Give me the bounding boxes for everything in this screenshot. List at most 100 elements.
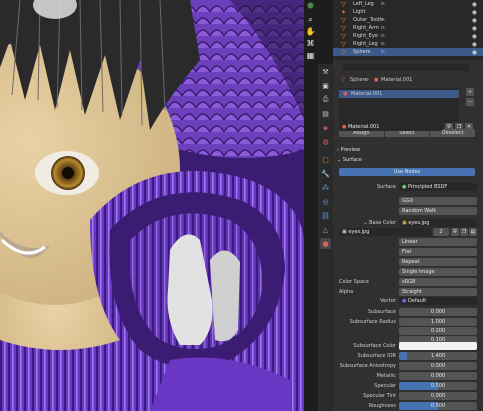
viewport-navigation: ⌕ ✋ ⌘ ▦ [303, 0, 318, 60]
roughness-label: Roughness [368, 403, 396, 409]
alpha-dropdown[interactable]: Straight [399, 288, 477, 296]
unlink-icon[interactable]: ✕ [465, 123, 473, 131]
visibility-eye-icon[interactable]: ◉ [472, 25, 477, 32]
base-color-texture-field[interactable]: ▣ eyes.jpg [399, 219, 477, 227]
properties-tabs: ⚒ ▣ ⎙ ▤ ◈ ◍ ▢ 🔧 ⁂ ◎ ⛓ △ ● [318, 64, 334, 411]
object-tab-icon[interactable]: ▢ [320, 154, 331, 165]
use-nodes-button[interactable]: Use Nodes [339, 168, 475, 176]
distribution-dropdown[interactable]: GGX [399, 197, 477, 205]
visibility-eye-icon[interactable]: ◉ [472, 33, 477, 40]
surface-shader-field[interactable]: ● Principled BSDF [399, 183, 477, 191]
outliner-item[interactable]: ▽ Outer_Tooth ⊳ ◉ [333, 16, 483, 24]
duplicate-icon[interactable]: ❐ [455, 123, 463, 131]
modifiers-tab-icon[interactable]: 🔧 [320, 168, 331, 179]
material-datablock-field[interactable]: ● Material.001 [339, 123, 443, 131]
properties-search[interactable] [343, 64, 469, 71]
world-tab-icon[interactable]: ◍ [320, 136, 331, 147]
modifier-icon: ⊳ [381, 17, 386, 23]
specular-slider[interactable]: 0.500 [399, 382, 477, 390]
visibility-eye-icon[interactable]: ◉ [472, 41, 477, 48]
tool-tab-icon[interactable]: ⚒ [320, 66, 331, 77]
preview-section-header[interactable]: › Preview [337, 146, 360, 155]
fake-user-icon[interactable]: ⛨ [445, 123, 453, 131]
render-tab-icon[interactable]: ▣ [320, 80, 331, 91]
specular-tint-slider[interactable]: 0.000 [399, 392, 477, 400]
material-icon: ● [343, 91, 348, 97]
zoom-icon[interactable]: ⌕ [305, 14, 316, 25]
material-slot-list[interactable]: ● Material.001 [339, 88, 459, 128]
subsurface-ior-label: Subsurface IOR [357, 353, 396, 359]
outliner-item[interactable]: ✦ Light ◉ [333, 8, 483, 16]
view-layer-tab-icon[interactable]: ▤ [320, 108, 331, 119]
modifier-icon: ⊳ [381, 49, 386, 55]
add-slot-icon[interactable]: + [466, 88, 474, 96]
object-icon: ▽ [341, 16, 346, 24]
surface-section-header[interactable]: ⌄ Surface [337, 156, 362, 165]
pan-hand-icon[interactable]: ✋ [305, 26, 316, 37]
camera-icon[interactable]: ⌘ [305, 38, 316, 49]
subsurface-radius-y[interactable]: 0.200 [399, 327, 477, 335]
breadcrumb: ▽ Sphere › ● Material.001 [339, 76, 479, 84]
source-dropdown[interactable]: Single Image [399, 268, 477, 276]
material-name: Material.001 [347, 124, 380, 130]
fake-user-icon[interactable]: ⛨ [451, 228, 459, 236]
image-users-count[interactable]: 2 [433, 228, 449, 236]
color-space-label: Color Space [339, 279, 369, 285]
base-color-label-wrap: ⌄ Base Color [333, 219, 396, 227]
duplicate-icon[interactable]: ❐ [460, 228, 468, 236]
material-icon: ● [374, 77, 379, 83]
subsurface-anisotropy-slider[interactable]: 0.000 [399, 362, 477, 370]
subsurface-color-swatch[interactable] [399, 342, 477, 350]
visibility-eye-icon[interactable]: ◉ [472, 49, 477, 56]
modifier-icon: ⊳ [381, 1, 386, 7]
outliner-item[interactable]: ▽ Left_Leg ⊳ ◉ [333, 0, 483, 8]
metallic-slider[interactable]: 0.000 [399, 372, 477, 380]
vector-field[interactable]: ● Default [399, 297, 477, 305]
properties-editor: ▽ Sphere › ● Material.001 ● Material.001… [333, 60, 483, 411]
base-color-label: Base Color [369, 220, 396, 226]
extension-dropdown[interactable]: Repeat [399, 258, 477, 266]
scene-tab-icon[interactable]: ◈ [320, 122, 331, 133]
physics-tab-icon[interactable]: ◎ [320, 196, 331, 207]
color-space-dropdown[interactable]: sRGB [399, 278, 477, 286]
outliner-item[interactable]: ▽ Right_Eye ⊳ ◉ [333, 32, 483, 40]
interpolation-dropdown[interactable]: Linear [399, 238, 477, 246]
image-datablock-field[interactable]: ▣ eyes.jpg [339, 228, 431, 236]
roughness-slider[interactable]: 0.500 [399, 402, 477, 410]
subsurface-color-label: Subsurface Color [353, 343, 396, 349]
data-tab-icon[interactable]: △ [320, 224, 331, 235]
mesh-icon: ▽ [341, 77, 345, 83]
outliner-item-label: Right_Eye [353, 33, 378, 39]
3d-viewport[interactable] [0, 0, 304, 411]
output-tab-icon[interactable]: ⎙ [320, 94, 331, 105]
visibility-eye-icon[interactable]: ◉ [472, 17, 477, 24]
visibility-eye-icon[interactable]: ◉ [472, 9, 477, 16]
grid-icon[interactable]: ▦ [305, 50, 316, 61]
projection-dropdown[interactable]: Flat [399, 248, 477, 256]
outliner-item[interactable]: ▽ Right_Arm ⊳ ◉ [333, 24, 483, 32]
outliner-item[interactable]: ▽ Right_Leg ⊳ ◉ [333, 40, 483, 48]
specular-tint-label: Specular Tint [363, 393, 396, 399]
base-color-texture-value: eyes.jpg [408, 220, 430, 226]
object-icon: ▽ [341, 48, 346, 56]
subsurface-radius-x[interactable]: 1.000 [399, 318, 477, 326]
outliner-item-selected[interactable]: ▽ Sphere ⊳ ◉ [333, 48, 483, 56]
object-icon: ▽ [341, 40, 346, 48]
subsurface-ior-slider[interactable]: 1.400 [399, 352, 477, 360]
viewport-render [0, 0, 304, 411]
subsurface-label: Subsurface [368, 309, 396, 315]
surface-label: Surface [342, 157, 362, 163]
material-slot-label: Material.001 [351, 91, 383, 97]
gizmo-axis-dot-icon[interactable] [305, 0, 316, 11]
modifier-icon: ⊳ [381, 25, 386, 31]
visibility-eye-icon[interactable]: ◉ [472, 1, 477, 8]
particles-tab-icon[interactable]: ⁂ [320, 182, 331, 193]
remove-slot-icon[interactable]: − [466, 98, 474, 106]
constraints-tab-icon[interactable]: ⛓ [320, 210, 331, 221]
material-slot[interactable]: ● Material.001 [339, 90, 459, 98]
outliner-item-label: Outer_Tooth [353, 17, 384, 23]
open-file-icon[interactable]: ▤ [469, 228, 477, 236]
subsurface-method-dropdown[interactable]: Random Walk [399, 207, 477, 215]
material-tab-icon[interactable]: ● [320, 238, 331, 249]
subsurface-field[interactable]: 0.000 [399, 308, 477, 316]
